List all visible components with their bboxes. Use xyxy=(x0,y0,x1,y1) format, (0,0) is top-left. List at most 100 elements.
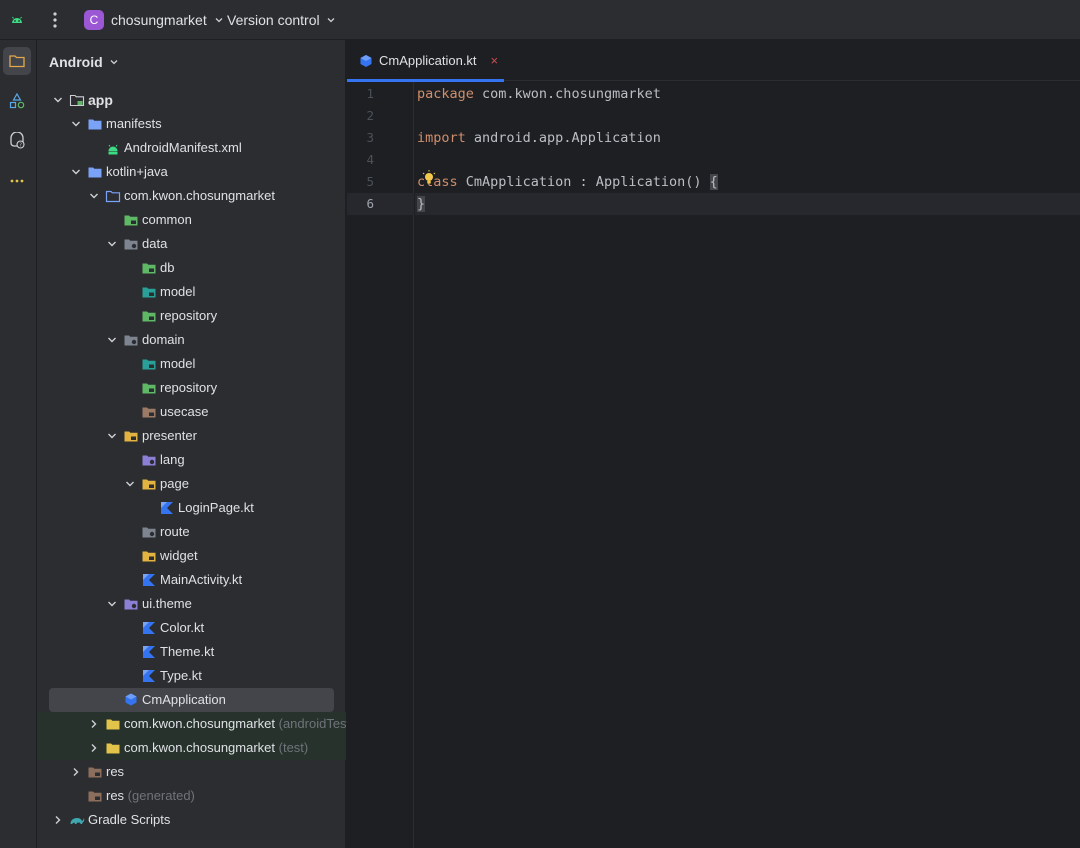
package-grey-icon xyxy=(142,527,156,538)
tree-row[interactable]: manifests xyxy=(37,112,346,136)
tree-row[interactable]: Type.kt xyxy=(37,664,346,688)
tree-row[interactable]: data xyxy=(37,232,346,256)
tree-row[interactable]: res xyxy=(37,760,346,784)
tree-row[interactable]: AndroidManifest.xml xyxy=(37,136,346,160)
tree-row[interactable]: CmApplication xyxy=(37,688,346,712)
tree-item-label: model xyxy=(160,284,196,299)
resource-manager-button[interactable] xyxy=(3,87,31,115)
tree-row[interactable]: domain xyxy=(37,328,346,352)
tree-row[interactable]: Theme.kt xyxy=(37,640,346,664)
project-panel: Android app manifests AndroidManifest.xml k… xyxy=(37,40,355,848)
tree-row[interactable]: LoginPage.kt xyxy=(37,496,346,520)
package-yellow-icon xyxy=(124,431,138,442)
kotlin-icon xyxy=(143,646,155,658)
tree-row[interactable]: repository xyxy=(37,376,346,400)
chevron-down-icon[interactable] xyxy=(124,478,136,490)
folder-icon xyxy=(88,119,102,130)
tree-row[interactable]: db xyxy=(37,256,346,280)
tree-item-label: app xyxy=(88,92,113,108)
tree-item-meta: (generated) xyxy=(124,788,195,803)
chevron-down-icon[interactable] xyxy=(106,598,118,610)
chevron-right-icon[interactable] xyxy=(52,814,64,826)
version-control-menu[interactable]: Version control xyxy=(227,10,336,30)
main-menu-icon[interactable] xyxy=(46,10,64,30)
tree-item-label: usecase xyxy=(160,404,209,419)
chevron-down-icon[interactable] xyxy=(88,190,100,202)
editor-tabs: CmApplication.kt × xyxy=(347,40,1080,82)
tree-item-label: com.kwon.chosungmarket xyxy=(124,188,276,203)
chevron-down-icon[interactable] xyxy=(70,166,82,178)
tree-row[interactable]: page xyxy=(37,472,346,496)
tab-cmapplication[interactable]: CmApplication.kt × xyxy=(347,40,510,82)
tree-row[interactable]: lang xyxy=(37,448,346,472)
tree-row[interactable]: repository xyxy=(37,304,346,328)
tree-item-label: res xyxy=(106,764,125,779)
copilot-button[interactable]: ? xyxy=(3,127,31,155)
tree-item-label: route xyxy=(160,524,190,539)
tree-row[interactable]: common xyxy=(37,208,346,232)
android-icon xyxy=(108,144,118,155)
chevron-down-icon[interactable] xyxy=(106,238,118,250)
tree-row[interactable]: model xyxy=(37,352,346,376)
tree-row[interactable]: ui.theme xyxy=(37,592,346,616)
chevron-down-icon[interactable] xyxy=(106,334,118,346)
package-purple-icon xyxy=(142,455,156,466)
tree-item-label: Type.kt xyxy=(160,668,202,683)
tree-row[interactable]: route xyxy=(37,520,346,544)
tree-item-label: manifests xyxy=(106,116,162,131)
chevron-down-icon[interactable] xyxy=(106,430,118,442)
package-icon xyxy=(105,190,121,203)
tree-row[interactable]: model xyxy=(37,280,346,304)
package-green-icon xyxy=(142,311,156,322)
tree-row[interactable]: Color.kt xyxy=(37,616,346,640)
tree-row[interactable]: MainActivity.kt xyxy=(37,568,346,592)
package-yellow-icon xyxy=(142,479,156,490)
tool-window-strip: ? xyxy=(0,40,37,848)
project-view-label: Android xyxy=(49,54,103,70)
close-tab-icon[interactable]: × xyxy=(491,53,499,68)
project-selector[interactable]: C chosungmarket xyxy=(84,10,224,30)
identifier-token: CmApplication : Application() xyxy=(457,174,710,190)
android-logo-icon[interactable] xyxy=(8,11,26,29)
tree-row[interactable]: widget xyxy=(37,544,346,568)
chevron-down-icon[interactable] xyxy=(52,94,64,106)
project-tool-button[interactable] xyxy=(3,47,31,75)
tree-row[interactable]: com.kwon.chosungmarket (androidTest) xyxy=(37,712,355,736)
line-number: 6 xyxy=(366,196,374,211)
tree-item-label: MainActivity.kt xyxy=(160,572,243,587)
chevron-down-icon[interactable] xyxy=(70,118,82,130)
tree-item-label: data xyxy=(142,236,168,251)
brace-token: { xyxy=(709,174,718,190)
tree-item-label: page xyxy=(160,476,189,491)
tree-row[interactable]: kotlin+java xyxy=(37,160,346,184)
gradle-icon xyxy=(70,818,85,824)
package-grey-icon xyxy=(124,335,138,346)
tree-item-label: presenter xyxy=(142,428,197,443)
code-editor[interactable]: package com.kwon.chosungmarket import and… xyxy=(415,82,1080,848)
brace-token: } xyxy=(417,196,426,212)
lightbulb-icon[interactable] xyxy=(420,169,438,187)
package-grey-icon xyxy=(124,239,138,250)
more-tools-button[interactable] xyxy=(3,167,31,195)
tree-row[interactable]: Gradle Scripts xyxy=(37,808,346,832)
tree-item-label: repository xyxy=(160,380,218,395)
tree-row[interactable]: res (generated) xyxy=(37,784,346,808)
tree-item-label: common xyxy=(142,212,192,227)
tab-label: CmApplication.kt xyxy=(379,53,477,68)
folder-yellow-icon xyxy=(106,719,120,730)
project-view-selector[interactable]: Android xyxy=(49,54,119,70)
tree-row[interactable]: app xyxy=(37,88,346,112)
chevron-right-icon[interactable] xyxy=(70,766,82,778)
tree-row[interactable]: usecase xyxy=(37,400,346,424)
chevron-right-icon[interactable] xyxy=(88,742,100,754)
chevron-right-icon[interactable] xyxy=(88,718,100,730)
tree-row[interactable]: presenter xyxy=(37,424,346,448)
line-number: 2 xyxy=(366,108,374,123)
tree-row[interactable]: com.kwon.chosungmarket (test) xyxy=(37,736,346,760)
tree-row[interactable]: com.kwon.chosungmarket xyxy=(37,184,346,208)
kotlin-icon xyxy=(143,622,155,634)
tree-item-label: com.kwon.chosungmarket (androidTest) xyxy=(124,716,355,731)
keyword-token: import xyxy=(417,130,466,146)
